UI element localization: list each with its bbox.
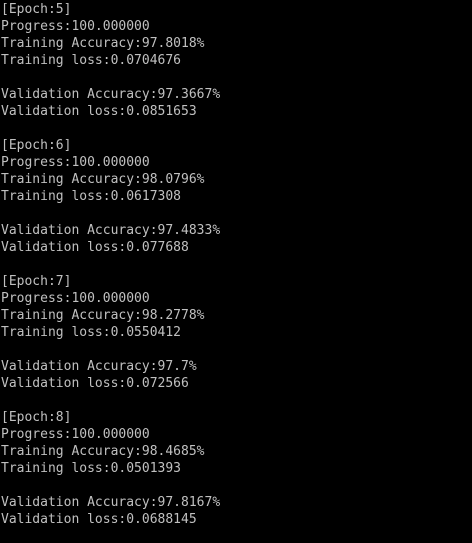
validation-loss-line: Validation loss:0.0851653 [1,104,197,119]
epoch-header: [Epoch:7] [1,274,72,289]
training-loss-line: Training loss:0.0550412 [1,325,182,340]
validation-accuracy-line: Validation Accuracy:97.3667% [1,87,221,102]
epoch-header: [Epoch:8] [1,410,72,425]
training-loss-line: Training loss:0.0617308 [1,189,182,204]
validation-loss-line: Validation loss:0.0688145 [1,512,197,527]
epoch-block: [Epoch:5] Progress:100.000000 Training A… [0,1,472,120]
epoch-header: [Epoch:6] [1,138,72,153]
epoch-block: [Epoch:8] Progress:100.000000 Training A… [0,409,472,528]
validation-accuracy-line: Validation Accuracy:97.7% [1,359,197,374]
progress-line: Progress:100.000000 [1,155,150,170]
epoch-block: [Epoch:6] Progress:100.000000 Training A… [0,137,472,256]
epoch-block: [Epoch:7] Progress:100.000000 Training A… [0,273,472,392]
training-accuracy-line: Training Accuracy:97.8018% [1,36,205,51]
training-loss-line: Training loss:0.0501393 [1,461,182,476]
training-accuracy-line: Training Accuracy:98.0796% [1,172,205,187]
epoch-header: [Epoch:5] [1,2,72,17]
console-output[interactable]: [Epoch:5] Progress:100.000000 Training A… [0,0,472,543]
validation-accuracy-line: Validation Accuracy:97.8167% [1,495,221,510]
progress-line: Progress:100.000000 [1,19,150,34]
validation-loss-line: Validation loss:0.072566 [1,376,189,391]
progress-line: Progress:100.000000 [1,291,150,306]
training-loss-line: Training loss:0.0704676 [1,53,182,68]
validation-accuracy-line: Validation Accuracy:97.4833% [1,223,221,238]
validation-loss-line: Validation loss:0.077688 [1,240,189,255]
training-accuracy-line: Training Accuracy:98.2778% [1,308,205,323]
training-accuracy-line: Training Accuracy:98.4685% [1,444,205,459]
progress-line: Progress:100.000000 [1,427,150,442]
